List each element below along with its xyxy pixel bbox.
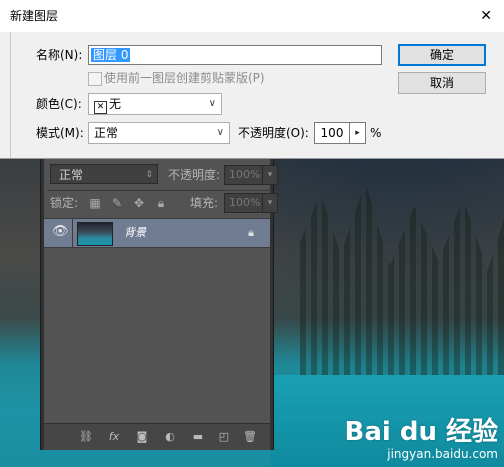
layer-thumbnail xyxy=(77,222,113,246)
lock-icon: 🔒︎ xyxy=(248,226,254,239)
watermark-logo: Bai du 经验 xyxy=(344,417,499,447)
clip-mask-checkbox-label: 使用前一图层创建剪贴蒙版(P) xyxy=(104,71,265,85)
layer-name[interactable]: 背景 xyxy=(124,219,146,247)
chevron-down-icon[interactable]: ▾ xyxy=(262,166,277,184)
color-select[interactable]: ✕ 无 ∨ xyxy=(88,93,222,115)
chevron-down-icon[interactable]: ▾ xyxy=(262,194,277,212)
layers-panel: 正常 ⇕ 不透明度: 100% ▾ 锁定: ▦ ✎ ✥ 🔒︎ 填充: 100% … xyxy=(40,150,278,450)
opacity-input-value: 100 xyxy=(320,126,344,140)
name-input[interactable]: 图层 0 xyxy=(88,45,382,65)
dialog-titlebar[interactable]: 新建图层 ✕ xyxy=(0,0,504,32)
updown-arrow-icon: ⇕ xyxy=(145,170,153,180)
lock-all-icon[interactable]: 🔒︎ xyxy=(154,196,168,210)
cancel-button[interactable]: 取消 xyxy=(398,72,486,94)
mode-select-value: 正常 xyxy=(94,126,119,140)
opacity-slider-toggle[interactable]: ▸ xyxy=(350,122,366,144)
link-icon[interactable]: ⛓ xyxy=(78,430,94,444)
clip-mask-checkbox[interactable] xyxy=(88,72,102,86)
lock-move-icon[interactable]: ✥ xyxy=(132,196,146,210)
new-layer-dialog: 新建图层 ✕ 名称(N): 图层 0 使用前一图层创建剪贴蒙版(P) 颜色(C)… xyxy=(0,0,504,159)
baidu-watermark: Bai du 经验 jingyan.baidu.com xyxy=(345,417,499,461)
color-select-value: ✕ 无 xyxy=(94,94,121,114)
close-icon[interactable]: ✕ xyxy=(480,0,492,32)
blend-mode-select[interactable]: 正常 ⇕ xyxy=(50,164,158,184)
mode-select[interactable]: 正常 ∨ xyxy=(88,122,230,144)
lock-label: 锁定: xyxy=(50,196,79,210)
layers-panel-footer: ⛓ fx ◙ ◐ ▬ ◰ 🗑︎ xyxy=(44,423,270,450)
fill-input[interactable]: 100% ▾ xyxy=(224,193,278,213)
photo-trees xyxy=(300,182,504,410)
layers-panel-body: 正常 ⇕ 不透明度: 100% ▾ 锁定: ▦ ✎ ✥ 🔒︎ 填充: 100% … xyxy=(44,150,278,450)
panel-opacity-input[interactable]: 100% ▾ xyxy=(224,165,278,185)
divider xyxy=(72,219,73,247)
opacity-label: 不透明度(O): xyxy=(238,126,309,140)
fill-label: 填充: xyxy=(190,196,219,210)
lock-fill-row: 锁定: ▦ ✎ ✥ 🔒︎ 填充: 100% ▾ xyxy=(50,192,278,214)
eye-icon[interactable]: 👁︎ xyxy=(52,225,69,239)
ok-button[interactable]: 确定 xyxy=(398,44,486,66)
no-color-icon: ✕ xyxy=(94,101,107,114)
fx-icon[interactable]: fx xyxy=(106,430,122,444)
fill-value: 100% xyxy=(229,196,261,209)
opacity-input[interactable]: 100 xyxy=(314,122,350,144)
blend-opacity-row: 正常 ⇕ 不透明度: 100% ▾ xyxy=(50,164,278,186)
adjustment-icon[interactable]: ◐ xyxy=(162,430,178,444)
name-label: 名称(N): xyxy=(36,48,83,62)
watermark-url: jingyan.baidu.com xyxy=(387,447,498,461)
folder-icon[interactable]: ▬ xyxy=(190,430,206,444)
dialog-title: 新建图层 xyxy=(10,9,59,23)
layer-row-background[interactable]: 👁︎ 背景 🔒︎ xyxy=(44,218,270,248)
lock-brush-icon[interactable]: ✎ xyxy=(110,196,124,210)
chevron-down-icon: ∨ xyxy=(208,98,216,109)
chevron-down-icon: ∨ xyxy=(216,127,224,138)
mask-icon[interactable]: ◙ xyxy=(134,430,150,444)
panel-opacity-value: 100% xyxy=(229,168,261,181)
panel-opacity-label: 不透明度: xyxy=(168,168,221,182)
color-label: 颜色(C): xyxy=(36,97,82,111)
trash-icon[interactable]: 🗑︎ xyxy=(242,430,258,444)
blend-mode-value: 正常 xyxy=(59,168,84,182)
opacity-unit: % xyxy=(370,126,382,140)
color-value: 无 xyxy=(109,97,122,111)
mode-label: 模式(M): xyxy=(36,126,84,140)
lock-transparent-icon[interactable]: ▦ xyxy=(88,196,102,210)
new-layer-icon[interactable]: ◰ xyxy=(216,430,232,444)
divider xyxy=(47,190,270,191)
name-input-value: 图层 0 xyxy=(91,48,131,62)
